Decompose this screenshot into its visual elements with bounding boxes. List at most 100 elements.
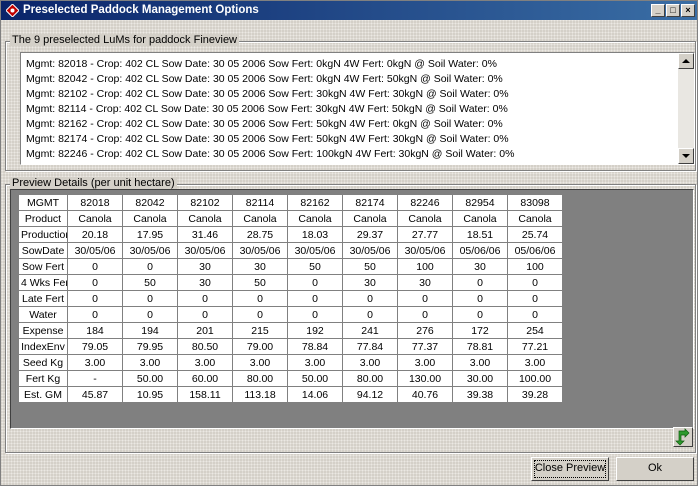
close-preview-button[interactable]: Close Preview bbox=[531, 457, 609, 481]
row-header-cell[interactable]: Water bbox=[18, 306, 68, 323]
table-cell[interactable]: 40.76 bbox=[397, 386, 453, 403]
scroll-down-button[interactable] bbox=[678, 148, 694, 164]
table-cell[interactable]: 30/05/06 bbox=[232, 242, 288, 259]
minimize-button[interactable]: _ bbox=[651, 4, 665, 17]
table-cell[interactable]: 130.00 bbox=[397, 370, 453, 387]
table-cell[interactable]: 79.05 bbox=[67, 338, 123, 355]
table-cell[interactable]: 30 bbox=[232, 258, 288, 275]
table-cell[interactable]: Canola bbox=[452, 210, 508, 227]
table-cell[interactable]: 0 bbox=[452, 306, 508, 323]
table-cell[interactable]: 184 bbox=[67, 322, 123, 339]
table-cell[interactable]: 194 bbox=[122, 322, 178, 339]
row-header-cell[interactable]: Seed Kg bbox=[18, 354, 68, 371]
table-cell[interactable]: 77.21 bbox=[507, 338, 563, 355]
table-cell[interactable]: 50.00 bbox=[287, 370, 343, 387]
table-cell[interactable]: 18.51 bbox=[452, 226, 508, 243]
table-cell[interactable]: Canola bbox=[232, 210, 288, 227]
table-cell[interactable]: 30 bbox=[177, 274, 233, 291]
lums-scrollbar[interactable] bbox=[678, 53, 694, 164]
table-cell[interactable]: 3.00 bbox=[122, 354, 178, 371]
table-cell[interactable]: 100 bbox=[507, 258, 563, 275]
table-cell[interactable]: Canola bbox=[122, 210, 178, 227]
table-cell[interactable]: 0 bbox=[287, 274, 343, 291]
table-cell[interactable]: 80.50 bbox=[177, 338, 233, 355]
column-header-cell[interactable]: 82162 bbox=[287, 194, 343, 211]
lum-item[interactable]: Mgmt: 82102 - Crop: 402 CL Sow Date: 30 … bbox=[26, 88, 509, 100]
table-cell[interactable]: 3.00 bbox=[342, 354, 398, 371]
table-cell[interactable]: 0 bbox=[287, 306, 343, 323]
table-cell[interactable]: 30 bbox=[177, 258, 233, 275]
table-cell[interactable]: 0 bbox=[342, 290, 398, 307]
preview-grid-area[interactable]: MGMT 82018 82042 82102 82114 82162 82174 82246 8… bbox=[10, 189, 694, 429]
table-cell[interactable]: Canola bbox=[177, 210, 233, 227]
table-cell[interactable]: 28.75 bbox=[232, 226, 288, 243]
table-cell[interactable]: 0 bbox=[452, 274, 508, 291]
row-header-cell[interactable]: Product bbox=[18, 210, 68, 227]
row-header-cell[interactable]: Expense bbox=[18, 322, 68, 339]
table-cell[interactable]: Canola bbox=[397, 210, 453, 227]
table-cell[interactable]: 39.38 bbox=[452, 386, 508, 403]
table-cell[interactable]: 60.00 bbox=[177, 370, 233, 387]
table-cell[interactable]: 201 bbox=[177, 322, 233, 339]
table-cell[interactable]: 30 bbox=[342, 274, 398, 291]
table-cell[interactable]: 30/05/06 bbox=[397, 242, 453, 259]
title-bar[interactable]: Preselected Paddock Management Options _… bbox=[1, 1, 697, 20]
lum-item[interactable]: Mgmt: 82018 - Crop: 402 CL Sow Date: 30 … bbox=[26, 58, 497, 70]
column-header-cell[interactable]: 82102 bbox=[177, 194, 233, 211]
lum-item[interactable]: Mgmt: 82114 - Crop: 402 CL Sow Date: 30 … bbox=[26, 103, 508, 115]
table-cell[interactable]: 79.00 bbox=[232, 338, 288, 355]
table-cell[interactable]: 80.00 bbox=[342, 370, 398, 387]
table-cell[interactable]: 30 bbox=[452, 258, 508, 275]
table-cell[interactable]: 0 bbox=[67, 306, 123, 323]
table-cell[interactable]: 77.37 bbox=[397, 338, 453, 355]
row-header-cell[interactable]: SowDate bbox=[18, 242, 68, 259]
table-cell[interactable]: 50 bbox=[287, 258, 343, 275]
table-cell[interactable]: 3.00 bbox=[232, 354, 288, 371]
table-cell[interactable]: - bbox=[67, 370, 123, 387]
table-cell[interactable]: 0 bbox=[177, 306, 233, 323]
table-cell[interactable]: 78.81 bbox=[452, 338, 508, 355]
table-cell[interactable]: 30/05/06 bbox=[177, 242, 233, 259]
table-cell[interactable]: 3.00 bbox=[67, 354, 123, 371]
table-cell[interactable]: 172 bbox=[452, 322, 508, 339]
table-cell[interactable]: 27.77 bbox=[397, 226, 453, 243]
table-cell[interactable]: 10.95 bbox=[122, 386, 178, 403]
table-cell[interactable]: 30.00 bbox=[452, 370, 508, 387]
table-cell[interactable]: 0 bbox=[122, 290, 178, 307]
table-cell[interactable]: 17.95 bbox=[122, 226, 178, 243]
table-cell[interactable]: 18.03 bbox=[287, 226, 343, 243]
table-cell[interactable]: 0 bbox=[122, 306, 178, 323]
column-header-cell[interactable]: 82114 bbox=[232, 194, 288, 211]
table-cell[interactable]: Canola bbox=[287, 210, 343, 227]
table-cell[interactable]: 14.06 bbox=[287, 386, 343, 403]
table-cell[interactable]: 276 bbox=[397, 322, 453, 339]
table-cell[interactable]: 78.84 bbox=[287, 338, 343, 355]
lums-listbox[interactable]: Mgmt: 82018 - Crop: 402 CL Sow Date: 30 … bbox=[20, 52, 695, 165]
lum-item[interactable]: Mgmt: 82162 - Crop: 402 CL Sow Date: 30 … bbox=[26, 118, 503, 130]
ok-button[interactable]: Ok bbox=[616, 457, 694, 481]
table-cell[interactable]: 0 bbox=[67, 258, 123, 275]
table-cell[interactable]: 0 bbox=[67, 290, 123, 307]
table-cell[interactable]: 0 bbox=[232, 290, 288, 307]
table-cell[interactable]: 80.00 bbox=[232, 370, 288, 387]
lum-item[interactable]: Mgmt: 82246 - Crop: 402 CL Sow Date: 30 … bbox=[26, 148, 514, 160]
table-cell[interactable]: Canola bbox=[67, 210, 123, 227]
table-cell[interactable]: 113.18 bbox=[232, 386, 288, 403]
table-cell[interactable]: 45.87 bbox=[67, 386, 123, 403]
row-header-cell[interactable]: IndexEnv bbox=[18, 338, 68, 355]
maximize-button[interactable]: □ bbox=[666, 4, 680, 17]
table-cell[interactable]: 50 bbox=[342, 258, 398, 275]
row-header-cell[interactable]: Production bbox=[18, 226, 68, 243]
table-cell[interactable]: 30/05/06 bbox=[287, 242, 343, 259]
table-cell[interactable]: 215 bbox=[232, 322, 288, 339]
table-cell[interactable]: 3.00 bbox=[452, 354, 508, 371]
column-header-cell[interactable]: 82246 bbox=[397, 194, 453, 211]
table-cell[interactable]: 05/06/06 bbox=[507, 242, 563, 259]
column-header-cell[interactable]: 82042 bbox=[122, 194, 178, 211]
table-cell[interactable]: 30/05/06 bbox=[67, 242, 123, 259]
table-cell[interactable]: 254 bbox=[507, 322, 563, 339]
table-cell[interactable]: 0 bbox=[67, 274, 123, 291]
table-cell[interactable]: 30/05/06 bbox=[122, 242, 178, 259]
table-cell[interactable]: 0 bbox=[397, 306, 453, 323]
table-cell[interactable]: 0 bbox=[177, 290, 233, 307]
